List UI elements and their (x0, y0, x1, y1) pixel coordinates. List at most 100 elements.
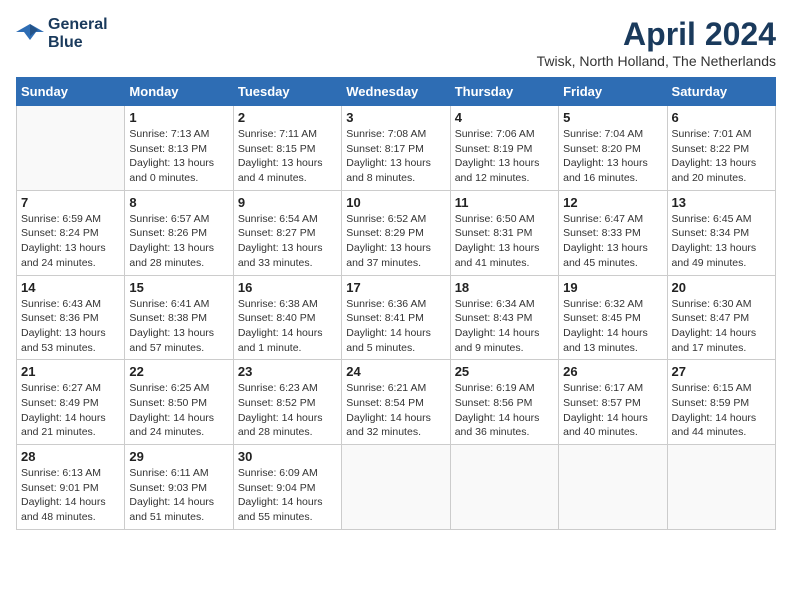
logo: General Blue (16, 16, 108, 51)
day-info: Sunrise: 6:52 AMSunset: 8:29 PMDaylight:… (346, 212, 445, 271)
day-info: Sunrise: 7:04 AMSunset: 8:20 PMDaylight:… (563, 127, 662, 186)
calendar-header: Sunday Monday Tuesday Wednesday Thursday… (17, 78, 776, 106)
calendar-cell: 8 Sunrise: 6:57 AMSunset: 8:26 PMDaylight… (125, 190, 233, 275)
day-info: Sunrise: 6:13 AMSunset: 9:01 PMDaylight:… (21, 466, 120, 525)
calendar-week-5: 28 Sunrise: 6:13 AMSunset: 9:01 PMDayligh… (17, 445, 776, 530)
calendar-cell: 11 Sunrise: 6:50 AMSunset: 8:31 PMDayligh… (450, 190, 558, 275)
day-number: 24 (346, 364, 445, 379)
calendar-week-3: 14 Sunrise: 6:43 AMSunset: 8:36 PMDayligh… (17, 275, 776, 360)
calendar-cell: 14 Sunrise: 6:43 AMSunset: 8:36 PMDayligh… (17, 275, 125, 360)
calendar-week-2: 7 Sunrise: 6:59 AMSunset: 8:24 PMDaylight… (17, 190, 776, 275)
day-number: 12 (563, 195, 662, 210)
day-info: Sunrise: 6:30 AMSunset: 8:47 PMDaylight:… (672, 297, 771, 356)
calendar-cell (17, 106, 125, 191)
day-number: 1 (129, 110, 228, 125)
col-saturday: Saturday (667, 78, 775, 106)
day-info: Sunrise: 6:36 AMSunset: 8:41 PMDaylight:… (346, 297, 445, 356)
day-info: Sunrise: 7:13 AMSunset: 8:13 PMDaylight:… (129, 127, 228, 186)
day-number: 9 (238, 195, 337, 210)
calendar-cell: 20Sunrise: 6:30 AMSunset: 8:47 PMDayligh… (667, 275, 775, 360)
day-number: 29 (129, 449, 228, 464)
calendar-cell: 9Sunrise: 6:54 AMSunset: 8:27 PMDaylight… (233, 190, 341, 275)
col-tuesday: Tuesday (233, 78, 341, 106)
day-number: 7 (21, 195, 120, 210)
day-info: Sunrise: 6:32 AMSunset: 8:45 PMDaylight:… (563, 297, 662, 356)
day-number: 28 (21, 449, 120, 464)
day-number: 26 (563, 364, 662, 379)
day-number: 2 (238, 110, 337, 125)
calendar-cell: 13 Sunrise: 6:45 AMSunset: 8:34 PMDayligh… (667, 190, 775, 275)
calendar-cell: 19 Sunrise: 6:32 AMSunset: 8:45 PMDayligh… (559, 275, 667, 360)
day-info: Sunrise: 6:11 AMSunset: 9:03 PMDaylight:… (129, 466, 228, 525)
calendar-cell: 4Sunrise: 7:06 AMSunset: 8:19 PMDaylight… (450, 106, 558, 191)
calendar-cell: 17 Sunrise: 6:36 AMSunset: 8:41 PMDayligh… (342, 275, 450, 360)
calendar-cell: 12 Sunrise: 6:47 AMSunset: 8:33 PMDayligh… (559, 190, 667, 275)
day-number: 5 (563, 110, 662, 125)
page-header: General Blue April 2024 Twisk, North Hol… (16, 16, 776, 69)
calendar-cell: 2 Sunrise: 7:11 AMSunset: 8:15 PMDaylight… (233, 106, 341, 191)
day-number: 19 (563, 280, 662, 295)
calendar-cell: 23Sunrise: 6:23 AMSunset: 8:52 PMDayligh… (233, 360, 341, 445)
calendar-cell: 29 Sunrise: 6:11 AMSunset: 9:03 PMDayligh… (125, 445, 233, 530)
day-number: 22 (129, 364, 228, 379)
calendar-cell: 27 Sunrise: 6:15 AMSunset: 8:59 PMDayligh… (667, 360, 775, 445)
day-number: 4 (455, 110, 554, 125)
logo-text: General Blue (48, 16, 108, 51)
day-info: Sunrise: 7:08 AMSunset: 8:17 PMDaylight:… (346, 127, 445, 186)
calendar-cell: 30 Sunrise: 6:09 AMSunset: 9:04 PMDayligh… (233, 445, 341, 530)
day-info: Sunrise: 6:41 AMSunset: 8:38 PMDaylight:… (129, 297, 228, 356)
calendar-week-4: 21 Sunrise: 6:27 AMSunset: 8:49 PMDayligh… (17, 360, 776, 445)
day-number: 13 (672, 195, 771, 210)
title-section: April 2024 Twisk, North Holland, The Net… (537, 16, 776, 69)
calendar-cell: 21 Sunrise: 6:27 AMSunset: 8:49 PMDayligh… (17, 360, 125, 445)
logo-icon (16, 22, 44, 46)
day-number: 14 (21, 280, 120, 295)
day-info: Sunrise: 6:27 AMSunset: 8:49 PMDaylight:… (21, 381, 120, 440)
day-info: Sunrise: 6:47 AMSunset: 8:33 PMDaylight:… (563, 212, 662, 271)
header-row: Sunday Monday Tuesday Wednesday Thursday… (17, 78, 776, 106)
calendar-week-1: 1 Sunrise: 7:13 AMSunset: 8:13 PMDaylight… (17, 106, 776, 191)
month-title: April 2024 (537, 16, 776, 53)
calendar-cell (667, 445, 775, 530)
calendar-table: Sunday Monday Tuesday Wednesday Thursday… (16, 77, 776, 530)
day-info: Sunrise: 6:57 AMSunset: 8:26 PMDaylight:… (129, 212, 228, 271)
calendar-cell: 18 Sunrise: 6:34 AMSunset: 8:43 PMDayligh… (450, 275, 558, 360)
day-number: 17 (346, 280, 445, 295)
col-sunday: Sunday (17, 78, 125, 106)
day-info: Sunrise: 6:15 AMSunset: 8:59 PMDaylight:… (672, 381, 771, 440)
day-info: Sunrise: 6:34 AMSunset: 8:43 PMDaylight:… (455, 297, 554, 356)
day-info: Sunrise: 6:38 AMSunset: 8:40 PMDaylight:… (238, 297, 337, 356)
day-info: Sunrise: 6:25 AMSunset: 8:50 PMDaylight:… (129, 381, 228, 440)
calendar-cell: 24Sunrise: 6:21 AMSunset: 8:54 PMDayligh… (342, 360, 450, 445)
calendar-cell: 3Sunrise: 7:08 AMSunset: 8:17 PMDaylight… (342, 106, 450, 191)
calendar-cell: 15Sunrise: 6:41 AMSunset: 8:38 PMDayligh… (125, 275, 233, 360)
day-info: Sunrise: 6:17 AMSunset: 8:57 PMDaylight:… (563, 381, 662, 440)
day-number: 18 (455, 280, 554, 295)
day-number: 30 (238, 449, 337, 464)
calendar-cell (450, 445, 558, 530)
col-friday: Friday (559, 78, 667, 106)
day-number: 27 (672, 364, 771, 379)
day-info: Sunrise: 6:09 AMSunset: 9:04 PMDaylight:… (238, 466, 337, 525)
day-number: 11 (455, 195, 554, 210)
day-number: 16 (238, 280, 337, 295)
calendar-body: 1 Sunrise: 7:13 AMSunset: 8:13 PMDaylight… (17, 106, 776, 530)
day-number: 10 (346, 195, 445, 210)
day-info: Sunrise: 6:43 AMSunset: 8:36 PMDaylight:… (21, 297, 120, 356)
calendar-cell: 28 Sunrise: 6:13 AMSunset: 9:01 PMDayligh… (17, 445, 125, 530)
col-monday: Monday (125, 78, 233, 106)
day-info: Sunrise: 6:50 AMSunset: 8:31 PMDaylight:… (455, 212, 554, 271)
subtitle: Twisk, North Holland, The Netherlands (537, 53, 776, 69)
day-info: Sunrise: 6:59 AMSunset: 8:24 PMDaylight:… (21, 212, 120, 271)
day-info: Sunrise: 6:45 AMSunset: 8:34 PMDaylight:… (672, 212, 771, 271)
calendar-cell (342, 445, 450, 530)
calendar-cell: 25Sunrise: 6:19 AMSunset: 8:56 PMDayligh… (450, 360, 558, 445)
calendar-cell: 1 Sunrise: 7:13 AMSunset: 8:13 PMDaylight… (125, 106, 233, 191)
day-number: 21 (21, 364, 120, 379)
calendar-cell: 26 Sunrise: 6:17 AMSunset: 8:57 PMDayligh… (559, 360, 667, 445)
day-number: 8 (129, 195, 228, 210)
col-thursday: Thursday (450, 78, 558, 106)
col-wednesday: Wednesday (342, 78, 450, 106)
day-info: Sunrise: 7:11 AMSunset: 8:15 PMDaylight:… (238, 127, 337, 186)
day-info: Sunrise: 6:23 AMSunset: 8:52 PMDaylight:… (238, 381, 337, 440)
